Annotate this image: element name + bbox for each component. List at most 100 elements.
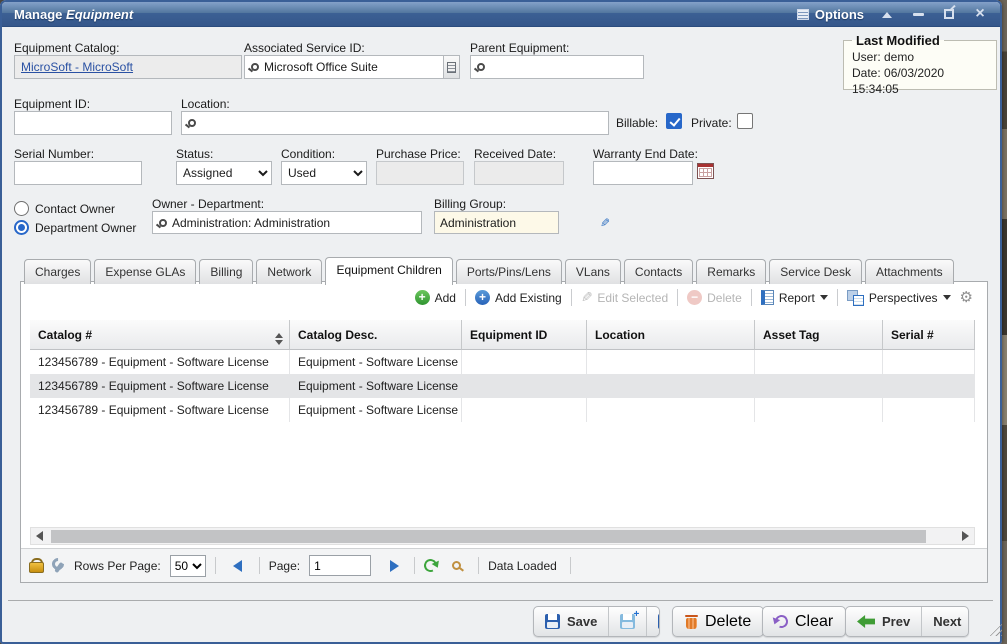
equipment-id-field[interactable] — [14, 111, 172, 135]
calendar-icon[interactable] — [697, 163, 714, 179]
manage-equipment-window: Manage Equipment Options × Equipment Cat… — [0, 0, 1002, 644]
save-button[interactable]: Save — [534, 607, 608, 636]
owner-department-input[interactable] — [167, 212, 421, 233]
sort-icon[interactable] — [275, 329, 283, 349]
tab-network[interactable]: Network — [256, 259, 322, 284]
table-row[interactable]: 123456789 - Equipment - Software License… — [30, 398, 975, 422]
save-new-icon: + — [620, 614, 635, 629]
purchase-price-label: Purchase Price: — [376, 147, 461, 161]
prev-button[interactable]: Prev — [846, 607, 921, 636]
close-button[interactable]: × — [972, 7, 988, 21]
rows-per-page-select[interactable]: 50 — [170, 555, 206, 577]
add-existing-button[interactable]: + Add Existing — [475, 290, 562, 305]
minus-icon: − — [687, 290, 702, 305]
save-icon — [545, 614, 560, 629]
perspectives-icon — [847, 290, 864, 306]
tab-remarks[interactable]: Remarks — [696, 259, 766, 284]
clear-button[interactable]: Clear — [762, 606, 846, 637]
clear-refresh-icon — [773, 613, 790, 630]
minimize-button[interactable] — [910, 7, 926, 21]
equipment-children-table: Catalog # Catalog Desc. Equipment ID Loc… — [30, 320, 975, 422]
column-header-equipment-id[interactable]: Equipment ID — [462, 320, 587, 350]
service-id-lookup-button[interactable] — [443, 56, 459, 78]
received-date-input — [475, 162, 563, 184]
private-checkbox[interactable] — [737, 113, 753, 129]
warranty-end-date-field[interactable] — [593, 161, 693, 185]
arrow-left-icon — [857, 615, 875, 628]
tab-contacts[interactable]: Contacts — [624, 259, 693, 284]
tab-ports-pins-lens[interactable]: Ports/Pins/Lens — [456, 259, 562, 284]
associated-service-field[interactable] — [244, 55, 460, 79]
next-page-button[interactable] — [390, 560, 399, 572]
serial-number-field[interactable] — [14, 161, 142, 185]
gear-icon[interactable]: ⚙ — [960, 290, 973, 305]
edit-selected-button[interactable]: ✎ Edit Selected — [581, 289, 668, 306]
department-owner-label[interactable]: Department Owner — [35, 221, 136, 235]
parent-equipment-input[interactable] — [485, 56, 643, 78]
lock-icon[interactable] — [29, 558, 42, 573]
tab-equipment-children[interactable]: Equipment Children — [325, 257, 452, 285]
contact-owner-radio[interactable] — [14, 201, 29, 216]
location-field[interactable] — [181, 111, 609, 135]
last-modified-box: Last Modified User: demo Date: 06/03/202… — [843, 33, 997, 90]
tab-vlans[interactable]: VLans — [565, 259, 621, 284]
popout-button[interactable] — [941, 7, 957, 21]
scrollbar-thumb[interactable] — [51, 530, 926, 543]
location-input[interactable] — [196, 112, 608, 134]
table-row[interactable]: 123456789 - Equipment - Software License… — [30, 350, 975, 374]
save-and-new-button[interactable]: + — [608, 607, 646, 636]
perspectives-dropdown[interactable]: Perspectives — [847, 290, 951, 306]
column-header-catalog[interactable]: Catalog # — [30, 320, 290, 350]
horizontal-scrollbar[interactable] — [30, 527, 975, 545]
scroll-left-button[interactable] — [31, 528, 47, 544]
column-header-serial[interactable]: Serial # — [883, 320, 975, 350]
collapse-button[interactable] — [879, 7, 895, 21]
save-and-close-button[interactable]: × — [646, 607, 660, 636]
scroll-right-button[interactable] — [957, 528, 973, 544]
delete-button[interactable]: Delete — [672, 606, 764, 637]
page-number-input[interactable] — [309, 555, 371, 576]
condition-select[interactable]: Used — [281, 161, 367, 185]
equipment-id-input[interactable] — [15, 112, 171, 134]
warranty-end-date-input[interactable] — [594, 162, 692, 184]
search-icon[interactable] — [452, 561, 461, 570]
window-titlebar[interactable]: Manage Equipment Options × — [2, 2, 1000, 27]
close-icon: × — [975, 8, 984, 20]
tab-attachments[interactable]: Attachments — [865, 259, 954, 284]
rows-per-page-label: Rows Per Page: — [74, 559, 161, 573]
search-icon — [159, 219, 167, 227]
chevron-down-icon — [943, 295, 951, 304]
received-date-label: Received Date: — [474, 147, 556, 161]
tab-service-desk[interactable]: Service Desk — [769, 259, 862, 284]
billable-label: Billable: — [616, 116, 658, 130]
column-header-catalog-desc[interactable]: Catalog Desc. — [290, 320, 462, 350]
status-label: Status: — [176, 147, 213, 161]
tab-expense-glas[interactable]: Expense GLAs — [94, 259, 196, 284]
report-dropdown[interactable]: Report — [761, 290, 828, 305]
refresh-icon[interactable] — [422, 557, 439, 574]
previous-page-button[interactable] — [233, 560, 242, 572]
column-header-asset-tag[interactable]: Asset Tag — [755, 320, 883, 350]
tab-charges[interactable]: Charges — [24, 259, 91, 284]
contact-owner-label[interactable]: Contact Owner — [35, 202, 115, 216]
add-plus-icon: + — [415, 290, 430, 305]
tab-billing[interactable]: Billing — [199, 259, 253, 284]
department-owner-radio[interactable] — [14, 220, 29, 235]
page-label: Page: — [269, 559, 300, 573]
parent-equipment-field[interactable] — [470, 55, 644, 79]
billable-checkbox[interactable] — [666, 113, 682, 129]
column-header-location[interactable]: Location — [587, 320, 755, 350]
table-row[interactable]: 123456789 - Equipment - Software License… — [30, 374, 975, 398]
search-icon — [251, 63, 259, 71]
owner-department-field[interactable] — [152, 211, 422, 234]
add-button[interactable]: + Add — [415, 290, 456, 305]
options-button[interactable]: Options — [797, 7, 864, 22]
delete-selected-button[interactable]: − Delete — [687, 290, 742, 305]
edit-pencil-icon[interactable]: ✎ — [600, 216, 610, 230]
status-select[interactable]: Assigned — [176, 161, 272, 185]
serial-number-input[interactable] — [15, 162, 141, 184]
next-button[interactable]: Next — [921, 607, 969, 636]
associated-service-input[interactable] — [259, 56, 443, 78]
equipment-catalog-link[interactable]: MicroSoft - MicroSoft — [15, 60, 133, 74]
wrench-icon[interactable] — [51, 558, 65, 573]
